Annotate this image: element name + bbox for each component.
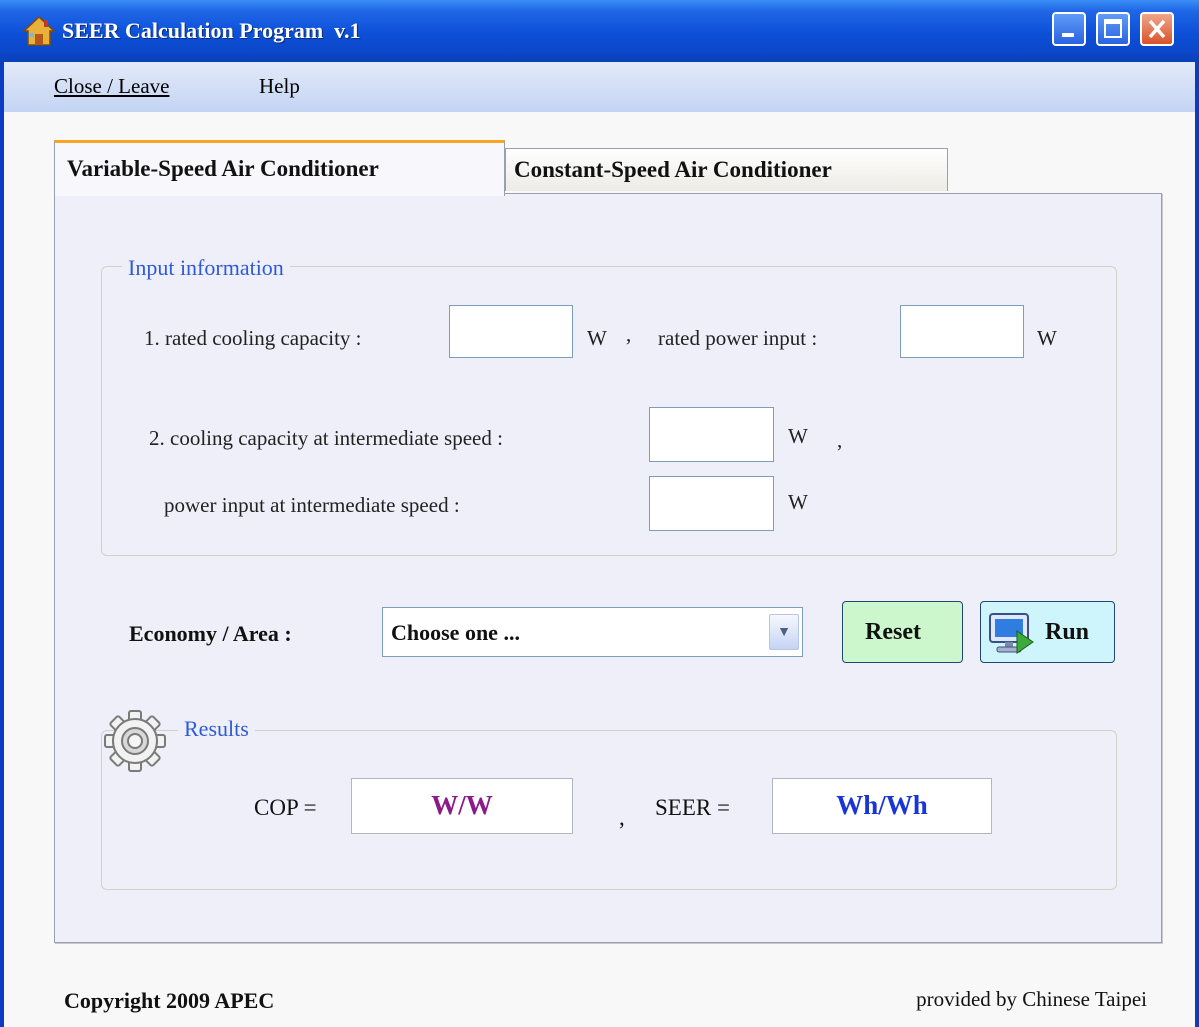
reset-button-label: Reset bbox=[865, 619, 921, 645]
chevron-down-icon[interactable]: ▼ bbox=[769, 614, 799, 650]
economy-area-select[interactable]: Choose one ... ▼ bbox=[382, 607, 803, 657]
minimize-button[interactable] bbox=[1052, 12, 1086, 46]
rated-power-input-unit: W bbox=[1037, 326, 1057, 350]
house-icon bbox=[22, 15, 56, 46]
cop-label: COP = bbox=[254, 795, 317, 820]
intermediate-power-unit: W bbox=[788, 490, 808, 514]
rated-power-input-field[interactable] bbox=[900, 305, 1024, 358]
tab-variable-speed[interactable]: Variable-Speed Air Conditioner bbox=[54, 140, 505, 196]
provided-by-text: provided by Chinese Taipei bbox=[916, 987, 1147, 1011]
menu-close-leave[interactable]: Close / Leave bbox=[54, 74, 169, 99]
rated-cooling-capacity-unit: W bbox=[587, 326, 607, 350]
comma-separator: , bbox=[837, 428, 843, 452]
seer-result-field: Wh/Wh bbox=[772, 778, 992, 834]
intermediate-power-input[interactable] bbox=[649, 476, 774, 531]
comma-separator: , bbox=[626, 322, 632, 346]
intermediate-capacity-label: 2. cooling capacity at intermediate spee… bbox=[149, 426, 503, 450]
economy-area-label: Economy / Area : bbox=[129, 621, 292, 646]
window-title: SEER Calculation Program v.1 bbox=[62, 18, 361, 43]
seer-label: SEER = bbox=[655, 795, 730, 820]
minimize-icon bbox=[1062, 33, 1074, 37]
copyright-text: Copyright 2009 APEC bbox=[64, 988, 275, 1013]
reset-button[interactable]: Reset bbox=[842, 601, 963, 663]
maximize-icon bbox=[1104, 19, 1122, 38]
title-bar[interactable]: SEER Calculation Program v.1 bbox=[0, 0, 1199, 62]
computer-monitor-icon bbox=[989, 613, 1034, 654]
economy-area-selected: Choose one ... bbox=[391, 620, 520, 645]
intermediate-capacity-input[interactable] bbox=[649, 407, 774, 462]
cop-result-field: W/W bbox=[351, 778, 573, 834]
tab-constant-speed[interactable]: Constant-Speed Air Conditioner bbox=[505, 148, 948, 191]
rated-power-input-label: rated power input : bbox=[658, 326, 818, 350]
maximize-button[interactable] bbox=[1096, 12, 1130, 46]
menu-help[interactable]: Help bbox=[259, 74, 300, 99]
comma-separator: , bbox=[619, 805, 625, 830]
menu-bar bbox=[4, 62, 1195, 112]
rated-cooling-capacity-input[interactable] bbox=[449, 305, 573, 358]
input-information-legend: Input information bbox=[122, 255, 290, 281]
results-legend: Results bbox=[178, 716, 255, 742]
app-window: SEER Calculation Program v.1 Close / Lea… bbox=[0, 0, 1199, 1027]
close-icon bbox=[1148, 19, 1166, 39]
run-button[interactable]: Run bbox=[980, 601, 1115, 663]
run-button-label: Run bbox=[1045, 619, 1090, 645]
rated-cooling-capacity-label: 1. rated cooling capacity : bbox=[144, 326, 362, 350]
intermediate-power-label: power input at intermediate speed : bbox=[164, 493, 460, 517]
close-button[interactable] bbox=[1140, 12, 1174, 46]
gear-icon bbox=[104, 710, 166, 772]
intermediate-capacity-unit: W bbox=[788, 424, 808, 448]
